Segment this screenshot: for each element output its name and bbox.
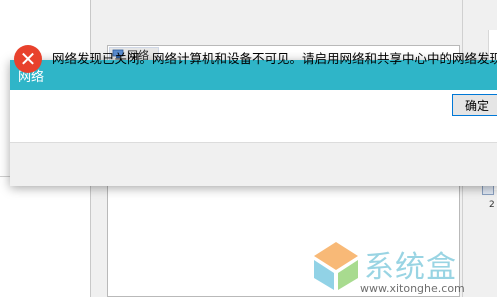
background-right-text: 2 [489, 200, 495, 210]
ok-button[interactable]: 确定 [452, 94, 497, 116]
ok-button-label: 确定 [464, 98, 489, 113]
watermark-brand: 系统盒 [364, 250, 457, 285]
dialog-message-area [10, 90, 497, 142]
watermark-logo-icon [314, 242, 358, 290]
dialog-button-strip [10, 142, 497, 186]
error-icon: ✕ [14, 45, 42, 73]
error-dialog: 网络 [10, 60, 497, 186]
dialog-message: 网络发现已关闭。网络计算机和设备不可见。请启用网络和共享中心中的网络发现。 [52, 51, 497, 66]
watermark-url: www.xitonghe.com [360, 282, 465, 295]
watermark: 系统盒 www.xitonghe.com [306, 238, 497, 297]
